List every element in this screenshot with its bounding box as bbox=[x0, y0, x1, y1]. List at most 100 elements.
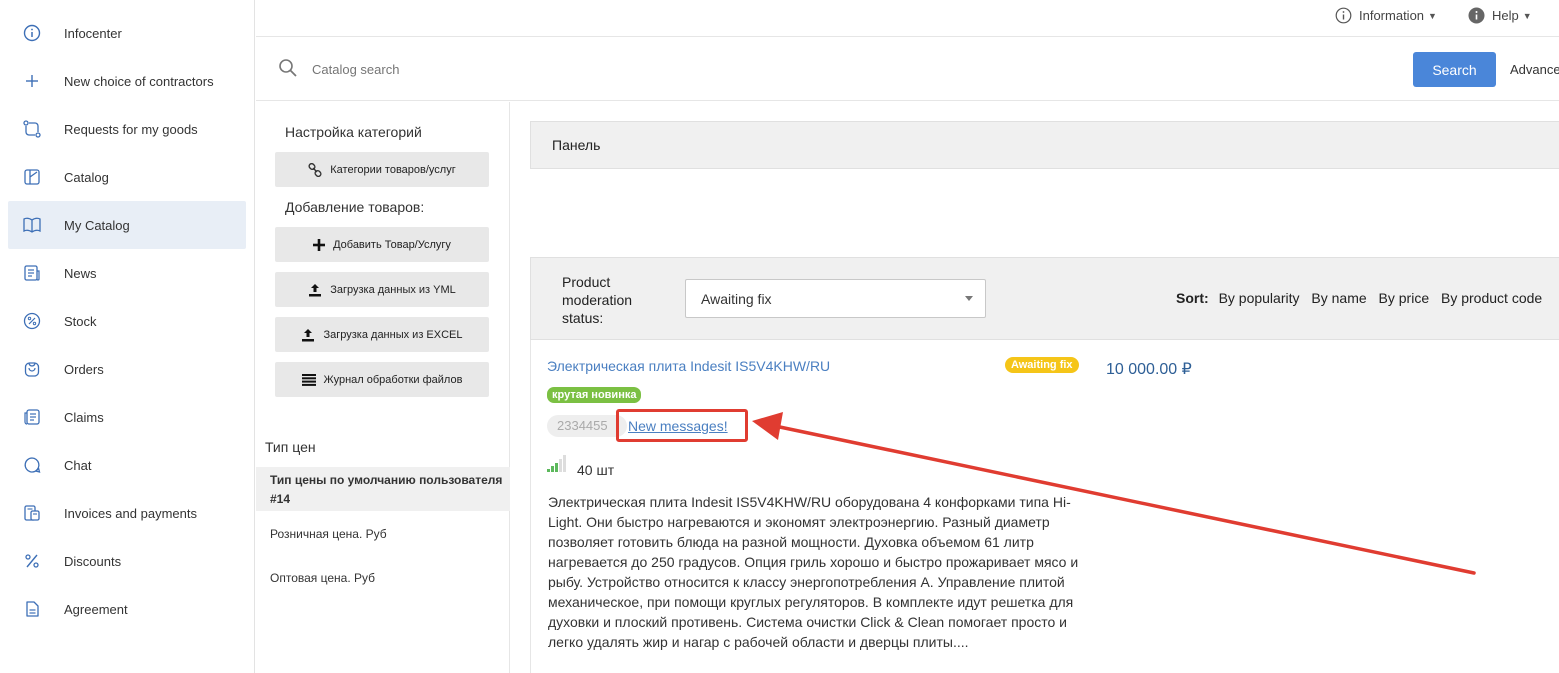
sidebar-item-label: Agreement bbox=[64, 601, 128, 617]
adding-products-heading: Добавление товаров: bbox=[285, 199, 425, 215]
catalog-tools-panel: Настройка категорий Категории товаров/ус… bbox=[256, 102, 510, 673]
information-label: Information bbox=[1359, 8, 1425, 23]
moderation-status-value: Awaiting fix bbox=[701, 290, 772, 307]
category-settings-heading: Настройка категорий bbox=[285, 124, 422, 140]
sidebar-item-label: Catalog bbox=[64, 169, 109, 185]
dropdown-arrow-icon bbox=[965, 296, 973, 301]
plus-icon bbox=[22, 71, 42, 91]
claims-icon bbox=[22, 407, 42, 427]
sidebar-item-infocenter[interactable]: Infocenter bbox=[8, 9, 246, 57]
orders-icon bbox=[22, 359, 42, 379]
information-menu[interactable]: Information ▼ bbox=[1335, 7, 1437, 24]
search-button[interactable]: Search bbox=[1413, 52, 1496, 87]
sidebar-item-chat[interactable]: Chat bbox=[8, 441, 246, 489]
upload-yml-button[interactable]: Загрузка данных из YML bbox=[275, 272, 489, 307]
sidebar-item-label: Requests for my goods bbox=[64, 121, 198, 137]
price-type-retail[interactable]: Розничная цена. Руб bbox=[256, 525, 510, 544]
sidebar-item-label: Discounts bbox=[64, 553, 122, 569]
price-type-default[interactable]: Тип цены по умолчанию пользователя #14 bbox=[256, 467, 510, 511]
product-card: Электрическая плита Indesit IS5V4KHW/RU … bbox=[530, 340, 1559, 673]
price-type-wholesale[interactable]: Оптовая цена. Руб bbox=[256, 569, 510, 588]
news-icon bbox=[22, 263, 42, 283]
upload-icon bbox=[308, 283, 322, 297]
product-price: 10 000.00 ₽ bbox=[1106, 361, 1192, 378]
info-icon bbox=[22, 23, 42, 43]
exchange-icon bbox=[22, 119, 42, 139]
status-badge: Awaiting fix bbox=[1005, 357, 1079, 373]
price-type-heading: Тип цен bbox=[265, 439, 316, 455]
upload-excel-button[interactable]: Загрузка данных из EXCEL bbox=[275, 317, 489, 352]
link-icon bbox=[308, 162, 322, 177]
chat-icon bbox=[22, 455, 42, 475]
sidebar-item-label: News bbox=[64, 265, 97, 281]
sidebar-item-orders[interactable]: Orders bbox=[8, 345, 246, 393]
signal-bars-icon bbox=[547, 455, 567, 478]
search-input[interactable] bbox=[312, 58, 712, 80]
help-menu[interactable]: Help ▼ bbox=[1468, 7, 1532, 24]
moderation-status-select[interactable]: Awaiting fix bbox=[685, 279, 986, 318]
info-circle-icon bbox=[1335, 7, 1352, 24]
sidebar: Infocenter New choice of contractors Req… bbox=[0, 0, 255, 673]
catalog-search-bar: Search Advanced bbox=[256, 38, 1559, 101]
main-content: Панель Product moderation status: Awaiti… bbox=[511, 102, 1559, 673]
sidebar-item-requests-for-my-goods[interactable]: Requests for my goods bbox=[8, 105, 246, 153]
panel-header: Панель bbox=[530, 121, 1559, 169]
product-description: Электрическая плита Indesit IS5V4KHW/RU … bbox=[548, 494, 1079, 650]
top-bar: Information ▼ Help ▼ bbox=[256, 0, 1559, 37]
upload-yml-button-label: Загрузка данных из YML bbox=[330, 283, 456, 296]
sidebar-item-label: My Catalog bbox=[64, 217, 130, 233]
add-product-button-label: Добавить Товар/Услугу bbox=[333, 238, 451, 251]
upload-excel-button-label: Загрузка данных из EXCEL bbox=[323, 328, 463, 341]
chevron-down-icon: ▼ bbox=[1428, 10, 1437, 21]
annotation-highlight-box bbox=[616, 409, 748, 442]
sidebar-item-invoices-and-payments[interactable]: Invoices and payments bbox=[8, 489, 246, 537]
plus-icon bbox=[313, 238, 326, 251]
chevron-down-icon: ▼ bbox=[1522, 10, 1532, 21]
book-icon bbox=[22, 215, 42, 235]
stock-count: 40 шт bbox=[577, 462, 615, 478]
advanced-search-link[interactable]: Advanced bbox=[1510, 62, 1559, 77]
moderation-status-label: Product moderation status: bbox=[562, 274, 633, 326]
stock-indicator: 40 шт bbox=[547, 455, 614, 478]
sidebar-item-discounts[interactable]: Discounts bbox=[8, 537, 246, 585]
sidebar-item-agreement[interactable]: Agreement bbox=[8, 585, 246, 633]
sort-label: Sort: bbox=[1176, 290, 1209, 306]
stock-percent-icon bbox=[22, 311, 42, 331]
sort-options: Sort: By popularity By name By price By … bbox=[1176, 290, 1550, 306]
document-icon bbox=[22, 599, 42, 619]
sidebar-item-news[interactable]: News bbox=[8, 249, 246, 297]
list-icon bbox=[301, 373, 316, 386]
sidebar-item-label: Claims bbox=[64, 409, 104, 425]
sidebar-item-stock[interactable]: Stock bbox=[8, 297, 246, 345]
upload-icon bbox=[301, 328, 315, 342]
sidebar-item-label: Invoices and payments bbox=[64, 505, 197, 521]
percent-icon bbox=[22, 551, 42, 571]
categories-button-label: Категории товаров/услуг bbox=[330, 163, 456, 176]
categories-button[interactable]: Категории товаров/услуг bbox=[275, 152, 489, 187]
file-log-button-label: Журнал обработки файлов bbox=[323, 373, 463, 386]
sidebar-item-label: Chat bbox=[64, 457, 92, 473]
sidebar-item-label: Stock bbox=[64, 313, 97, 329]
sidebar-item-new-choice-of-contractors[interactable]: New choice of contractors bbox=[8, 57, 246, 105]
help-info-icon bbox=[1468, 7, 1485, 24]
sort-by-name[interactable]: By name bbox=[1311, 290, 1366, 306]
add-product-button[interactable]: Добавить Товар/Услугу bbox=[275, 227, 489, 262]
search-icon bbox=[278, 58, 298, 83]
moderation-filter-bar: Product moderation status: Awaiting fix … bbox=[530, 257, 1559, 340]
invoice-icon bbox=[22, 503, 42, 523]
product-code: 2334455 bbox=[547, 415, 627, 437]
file-log-button[interactable]: Журнал обработки файлов bbox=[275, 362, 489, 397]
sort-by-price[interactable]: By price bbox=[1379, 290, 1430, 306]
panel-title: Панель bbox=[552, 137, 601, 153]
sidebar-item-label: Infocenter bbox=[64, 25, 122, 41]
sort-by-popularity[interactable]: By popularity bbox=[1219, 290, 1300, 306]
catalog-icon bbox=[22, 167, 42, 187]
sidebar-item-catalog[interactable]: Catalog bbox=[8, 153, 246, 201]
help-label: Help bbox=[1492, 8, 1519, 23]
sidebar-item-label: Orders bbox=[64, 361, 104, 377]
sidebar-item-claims[interactable]: Claims bbox=[8, 393, 246, 441]
sidebar-item-my-catalog[interactable]: My Catalog bbox=[8, 201, 246, 249]
product-title-link[interactable]: Электрическая плита Indesit IS5V4KHW/RU bbox=[547, 358, 830, 374]
product-tag-badge: крутая новинка bbox=[547, 387, 642, 403]
sort-by-product-code[interactable]: By product code bbox=[1441, 290, 1542, 306]
